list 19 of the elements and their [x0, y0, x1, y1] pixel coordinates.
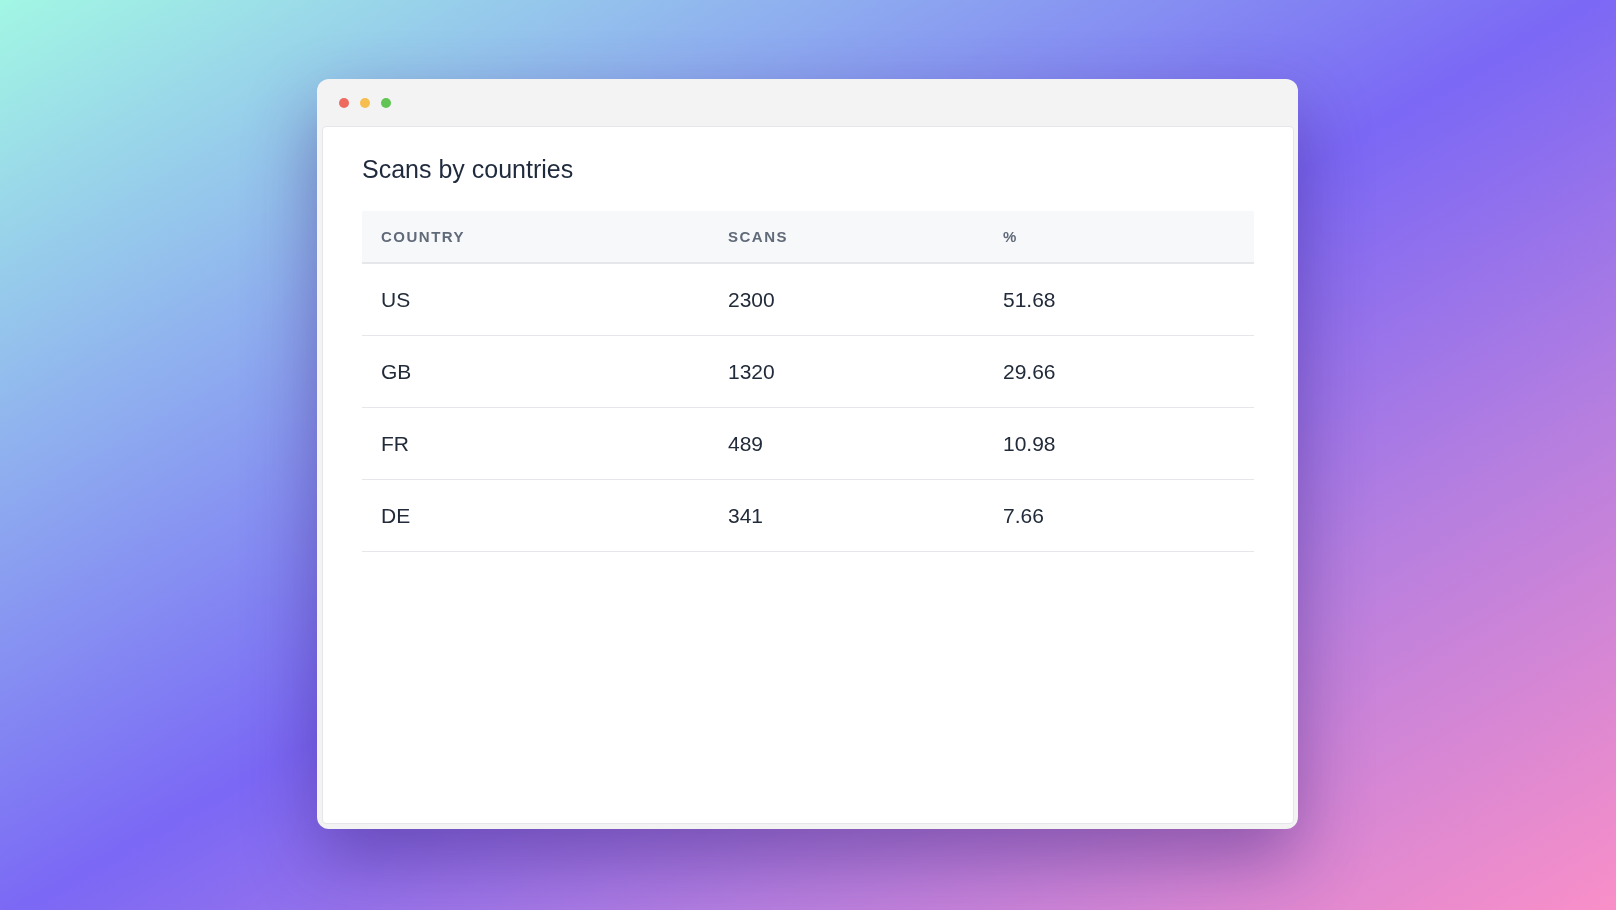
- close-icon[interactable]: [339, 97, 349, 108]
- table-cell: FR: [362, 408, 709, 480]
- table-cell: GB: [362, 336, 709, 408]
- column-header: COUNTRY: [362, 211, 709, 264]
- table-cell: 2300: [709, 264, 984, 336]
- table-cell: 341: [709, 480, 984, 552]
- column-header: SCANS: [709, 211, 984, 264]
- column-header: %: [984, 211, 1254, 264]
- table-cell: 10.98: [984, 408, 1254, 480]
- table-cell: US: [362, 264, 709, 336]
- table-cell: 29.66: [984, 336, 1254, 408]
- minimize-icon[interactable]: [360, 97, 370, 108]
- table-cell: 51.68: [984, 264, 1254, 336]
- table-cell: 7.66: [984, 480, 1254, 552]
- table-cell: 489: [709, 408, 984, 480]
- table-cell: DE: [362, 480, 709, 552]
- table-cell: 1320: [709, 336, 984, 408]
- maximize-icon[interactable]: [381, 97, 391, 108]
- card-title: Scans by countries: [362, 155, 575, 184]
